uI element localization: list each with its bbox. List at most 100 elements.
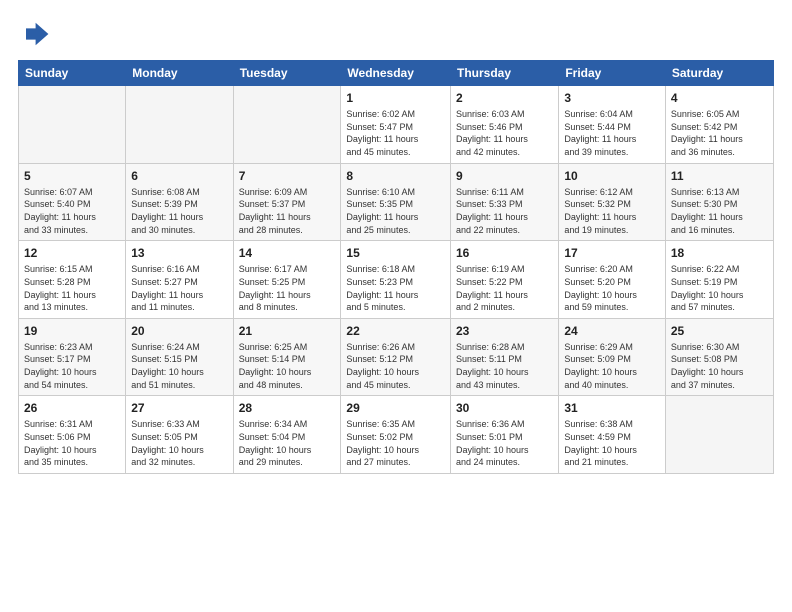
calendar-cell: 14Sunrise: 6:17 AM Sunset: 5:25 PM Dayli… [233,241,341,319]
day-number: 28 [239,400,336,416]
weekday-header: Saturday [665,61,773,86]
day-info: Sunrise: 6:20 AM Sunset: 5:20 PM Dayligh… [564,263,660,313]
day-info: Sunrise: 6:08 AM Sunset: 5:39 PM Dayligh… [131,186,227,236]
calendar-cell: 4 Sunrise: 6:05 AM Sunset: 5:42 PM Daylig… [665,86,773,164]
weekday-header: Tuesday [233,61,341,86]
day-number: 22 [346,323,445,339]
day-info: Sunrise: 6:24 AM Sunset: 5:15 PM Dayligh… [131,341,227,391]
day-number: 21 [239,323,336,339]
calendar-cell: 23 Sunrise: 6:28 AM Sunset: 5:11 PM Dayli… [451,318,559,396]
calendar-cell: 17 Sunrise: 6:20 AM Sunset: 5:20 PM Dayli… [559,241,666,319]
calendar-cell: 7 Sunrise: 6:09 AM Sunset: 5:37 PM Daylig… [233,163,341,241]
day-number: 20 [131,323,227,339]
day-info: Sunrise: 6:34 AM Sunset: 5:04 PM Dayligh… [239,418,336,468]
weekday-header: Sunday [19,61,126,86]
day-info: Sunrise: 6:16 AM Sunset: 5:27 PM Dayligh… [131,263,227,313]
day-info: Sunrise: 6:38 AM Sunset: 4:59 PM Dayligh… [564,418,660,468]
day-number: 10 [564,168,660,184]
calendar-cell: 12Sunrise: 6:15 AM Sunset: 5:28 PM Dayli… [19,241,126,319]
day-number: 12 [24,245,120,261]
logo-icon [18,18,50,50]
page: SundayMondayTuesdayWednesdayThursdayFrid… [0,0,792,612]
day-number: 15 [346,245,445,261]
calendar-cell: 9 Sunrise: 6:11 AM Sunset: 5:33 PM Daylig… [451,163,559,241]
calendar-cell: 1 Sunrise: 6:02 AM Sunset: 5:47 PM Daylig… [341,86,451,164]
calendar-cell: 28 Sunrise: 6:34 AM Sunset: 5:04 PM Dayli… [233,396,341,474]
calendar-week-row: 19 Sunrise: 6:23 AM Sunset: 5:17 PM Dayli… [19,318,774,396]
weekday-header-row: SundayMondayTuesdayWednesdayThursdayFrid… [19,61,774,86]
day-number: 2 [456,90,553,106]
day-info: Sunrise: 6:07 AM Sunset: 5:40 PM Dayligh… [24,186,120,236]
day-info: Sunrise: 6:23 AM Sunset: 5:17 PM Dayligh… [24,341,120,391]
day-info: Sunrise: 6:09 AM Sunset: 5:37 PM Dayligh… [239,186,336,236]
calendar-cell: 15 Sunrise: 6:18 AM Sunset: 5:23 PM Dayli… [341,241,451,319]
calendar-cell [233,86,341,164]
calendar-table: SundayMondayTuesdayWednesdayThursdayFrid… [18,60,774,474]
calendar-cell: 31 Sunrise: 6:38 AM Sunset: 4:59 PM Dayli… [559,396,666,474]
calendar-week-row: 1 Sunrise: 6:02 AM Sunset: 5:47 PM Daylig… [19,86,774,164]
calendar-cell: 20 Sunrise: 6:24 AM Sunset: 5:15 PM Dayli… [126,318,233,396]
calendar-week-row: 26 Sunrise: 6:31 AM Sunset: 5:06 PM Dayli… [19,396,774,474]
calendar-cell [19,86,126,164]
day-number: 13 [131,245,227,261]
calendar-cell: 30Sunrise: 6:36 AM Sunset: 5:01 PM Dayli… [451,396,559,474]
day-info: Sunrise: 6:36 AM Sunset: 5:01 PM Dayligh… [456,418,553,468]
calendar-cell [665,396,773,474]
day-info: Sunrise: 6:31 AM Sunset: 5:06 PM Dayligh… [24,418,120,468]
header [18,18,774,50]
calendar-cell: 13 Sunrise: 6:16 AM Sunset: 5:27 PM Dayli… [126,241,233,319]
day-number: 27 [131,400,227,416]
day-number: 16 [456,245,553,261]
day-info: Sunrise: 6:25 AM Sunset: 5:14 PM Dayligh… [239,341,336,391]
day-info: Sunrise: 6:12 AM Sunset: 5:32 PM Dayligh… [564,186,660,236]
day-info: Sunrise: 6:33 AM Sunset: 5:05 PM Dayligh… [131,418,227,468]
day-number: 17 [564,245,660,261]
calendar-cell: 8 Sunrise: 6:10 AM Sunset: 5:35 PM Daylig… [341,163,451,241]
calendar-cell: 3Sunrise: 6:04 AM Sunset: 5:44 PM Daylig… [559,86,666,164]
calendar-cell: 24Sunrise: 6:29 AM Sunset: 5:09 PM Dayli… [559,318,666,396]
day-number: 23 [456,323,553,339]
day-info: Sunrise: 6:02 AM Sunset: 5:47 PM Dayligh… [346,108,445,158]
day-info: Sunrise: 6:28 AM Sunset: 5:11 PM Dayligh… [456,341,553,391]
calendar-cell: 6 Sunrise: 6:08 AM Sunset: 5:39 PM Daylig… [126,163,233,241]
day-number: 26 [24,400,120,416]
weekday-header: Thursday [451,61,559,86]
day-number: 18 [671,245,768,261]
calendar-cell: 16Sunrise: 6:19 AM Sunset: 5:22 PM Dayli… [451,241,559,319]
day-info: Sunrise: 6:29 AM Sunset: 5:09 PM Dayligh… [564,341,660,391]
day-number: 4 [671,90,768,106]
day-info: Sunrise: 6:03 AM Sunset: 5:46 PM Dayligh… [456,108,553,158]
calendar-cell: 29 Sunrise: 6:35 AM Sunset: 5:02 PM Dayli… [341,396,451,474]
calendar-cell: 25 Sunrise: 6:30 AM Sunset: 5:08 PM Dayli… [665,318,773,396]
day-info: Sunrise: 6:22 AM Sunset: 5:19 PM Dayligh… [671,263,768,313]
day-number: 5 [24,168,120,184]
day-number: 1 [346,90,445,106]
calendar-cell: 19 Sunrise: 6:23 AM Sunset: 5:17 PM Dayli… [19,318,126,396]
calendar-cell: 18 Sunrise: 6:22 AM Sunset: 5:19 PM Dayli… [665,241,773,319]
day-number: 3 [564,90,660,106]
calendar-cell [126,86,233,164]
day-info: Sunrise: 6:35 AM Sunset: 5:02 PM Dayligh… [346,418,445,468]
day-number: 6 [131,168,227,184]
calendar-cell: 27 Sunrise: 6:33 AM Sunset: 5:05 PM Dayli… [126,396,233,474]
logo [18,18,54,50]
calendar-week-row: 5 Sunrise: 6:07 AM Sunset: 5:40 PM Daylig… [19,163,774,241]
weekday-header: Friday [559,61,666,86]
calendar-cell: 10 Sunrise: 6:12 AM Sunset: 5:32 PM Dayli… [559,163,666,241]
day-number: 25 [671,323,768,339]
day-info: Sunrise: 6:10 AM Sunset: 5:35 PM Dayligh… [346,186,445,236]
calendar-cell: 21 Sunrise: 6:25 AM Sunset: 5:14 PM Dayli… [233,318,341,396]
day-number: 9 [456,168,553,184]
day-info: Sunrise: 6:30 AM Sunset: 5:08 PM Dayligh… [671,341,768,391]
day-number: 19 [24,323,120,339]
calendar-cell: 11Sunrise: 6:13 AM Sunset: 5:30 PM Dayli… [665,163,773,241]
day-number: 29 [346,400,445,416]
day-number: 11 [671,168,768,184]
day-info: Sunrise: 6:05 AM Sunset: 5:42 PM Dayligh… [671,108,768,158]
day-number: 7 [239,168,336,184]
day-number: 31 [564,400,660,416]
day-info: Sunrise: 6:11 AM Sunset: 5:33 PM Dayligh… [456,186,553,236]
calendar-cell: 5 Sunrise: 6:07 AM Sunset: 5:40 PM Daylig… [19,163,126,241]
day-info: Sunrise: 6:18 AM Sunset: 5:23 PM Dayligh… [346,263,445,313]
day-number: 8 [346,168,445,184]
